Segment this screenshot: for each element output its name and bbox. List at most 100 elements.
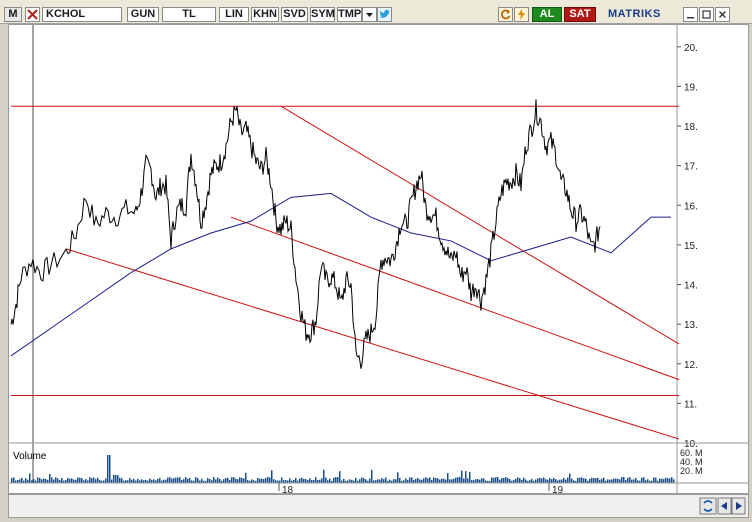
volume-bar [11, 478, 13, 483]
buy-button[interactable]: AL [532, 7, 562, 22]
khn-button[interactable]: KHN [251, 7, 279, 22]
volume-bar [259, 478, 261, 483]
scale-button[interactable]: LIN [219, 7, 249, 22]
volume-bar [13, 477, 15, 483]
volume-bar [61, 478, 63, 483]
volume-bar [551, 479, 553, 483]
volume-bar [189, 478, 191, 483]
volume-bar [37, 477, 39, 483]
lightning-icon[interactable] [514, 7, 529, 22]
volume-bar [207, 477, 209, 483]
volume-bar [435, 478, 437, 483]
menu-button[interactable]: M [4, 7, 22, 22]
close-icon[interactable] [715, 7, 730, 22]
volume-bar [567, 477, 569, 483]
volume-bar [667, 478, 669, 483]
toolbar: M KCHOL GUN TL LIN KHN SVD SYM TMP AL SA… [0, 0, 752, 24]
volume-bar [643, 477, 645, 483]
volume-bar [543, 477, 545, 483]
volume-bar [437, 478, 439, 483]
volume-bar [455, 477, 457, 483]
price-chart[interactable]: 10.11.12.13.14.15.16.17.18.19.20.Volume 6… [9, 25, 748, 496]
volume-bar [223, 479, 225, 483]
volume-bar [519, 478, 521, 483]
volume-bar [79, 477, 81, 483]
volume-bar [335, 477, 337, 483]
volume-bar [541, 478, 543, 483]
volume-bar [309, 478, 311, 483]
time-tick-label: 18 [282, 485, 294, 493]
volume-bar [239, 477, 241, 483]
volume-bar [257, 477, 259, 483]
period-button[interactable]: GUN [127, 7, 159, 22]
volume-bar [115, 475, 117, 483]
volume-bar [449, 479, 451, 483]
svd-button[interactable]: SVD [281, 7, 308, 22]
volume-bar [349, 479, 351, 483]
volume-bar [43, 478, 45, 483]
volume-bar [177, 477, 179, 483]
volume-bar [593, 478, 595, 483]
sell-button[interactable]: SAT [564, 7, 596, 22]
trendline [65, 248, 680, 440]
volume-bar [365, 479, 367, 483]
volume-bar [25, 478, 27, 483]
volume-bar [171, 478, 173, 483]
maximize-icon[interactable] [699, 7, 714, 22]
refresh-icon[interactable] [498, 7, 513, 22]
volume-bar [343, 478, 345, 483]
volume-bar [631, 479, 633, 483]
volume-bar [209, 478, 211, 483]
volume-bar [185, 477, 187, 483]
volume-bar [507, 478, 509, 483]
chart-scrollbar[interactable] [8, 494, 749, 518]
volume-bar [591, 477, 593, 483]
volume-bar [265, 478, 267, 483]
volume-bar [121, 478, 123, 483]
volume-bar [39, 477, 41, 483]
minimize-icon[interactable] [683, 7, 698, 22]
volume-bar [509, 479, 511, 483]
tmp-button[interactable]: TMP [337, 7, 362, 22]
volume-bar [545, 479, 547, 483]
volume-bar [463, 478, 465, 483]
scroll-left-button[interactable] [717, 497, 732, 515]
volume-bar [451, 479, 453, 483]
volume-bar [389, 479, 391, 483]
volume-bar [89, 477, 91, 483]
volume-bar [251, 479, 253, 483]
grid-icon[interactable] [25, 7, 40, 22]
volume-bar [481, 478, 483, 483]
dropdown-arrow-icon[interactable] [362, 7, 377, 22]
trendline [280, 105, 680, 345]
scroll-tool-icon[interactable] [699, 497, 717, 515]
volume-bar [153, 479, 155, 483]
volume-bar [289, 478, 291, 483]
volume-bar [337, 477, 339, 483]
volume-bar [225, 478, 227, 483]
volume-bar [77, 477, 79, 483]
volume-bar [655, 477, 657, 483]
currency-button[interactable]: TL [162, 7, 216, 22]
volume-bar [501, 478, 503, 483]
volume-bar [569, 473, 571, 483]
volume-bar [523, 477, 525, 483]
volume-bar [601, 478, 603, 483]
volume-bar [51, 477, 53, 483]
volume-bar [45, 478, 47, 483]
volume-bar [241, 477, 243, 483]
volume-bar [659, 478, 661, 483]
volume-bar [73, 479, 75, 483]
twitter-icon[interactable] [377, 7, 392, 22]
symbol-input[interactable]: KCHOL [42, 7, 122, 22]
volume-bar [467, 478, 469, 483]
volume-bar [465, 471, 467, 483]
volume-bar [29, 473, 31, 483]
scroll-right-button[interactable] [731, 497, 746, 515]
volume-bar [663, 479, 665, 483]
sym-button[interactable]: SYM [310, 7, 335, 22]
volume-bar [553, 477, 555, 483]
chart-area[interactable]: 10. 11. 12. 13. 14. 15. 16. 17. 18. 19. 20. Volume 6… [8, 24, 749, 496]
volume-bar [273, 479, 275, 483]
price-tick-label: 15. [684, 241, 698, 252]
